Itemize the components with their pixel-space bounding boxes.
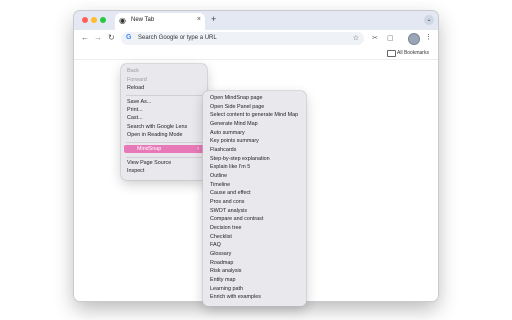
submenu-item[interactable]: Outline [210,173,227,179]
menu-separator [126,157,202,158]
minimize-window-button[interactable] [91,17,97,23]
toolbar: ← → ↻ G Search Google or type a URL ☆ ✂ … [74,30,438,48]
submenu-item[interactable]: Risk analysis [210,268,241,274]
menu-item-forward: Forward [127,77,147,83]
submenu-item[interactable]: Pros and cons [210,199,244,205]
mindsnap-submenu: Open MindSnap page Open Side Panel page … [203,91,306,306]
tab-search-icon[interactable]: ⌄ [424,15,434,25]
puzzle-icon[interactable]: ▢ [387,34,394,42]
submenu-item[interactable]: Enrich with examples [210,294,261,300]
reload-icon[interactable]: ↻ [108,33,115,42]
context-menu: Back Forward Reload Save As... Print... … [121,64,207,180]
menu-item-reload[interactable]: Reload [127,85,144,91]
submenu-item[interactable]: Roadmap [210,260,233,266]
address-placeholder: Search Google or type a URL [138,35,217,41]
extension-icon[interactable]: ✂ [372,34,378,42]
bookmark-star-icon[interactable]: ☆ [353,34,359,42]
menu-item-google-lens[interactable]: Search with Google Lens [127,124,187,130]
bookmarks-bar: All Bookmarks [74,48,438,60]
submenu-item[interactable]: Flashcards [210,147,236,153]
maximize-window-button[interactable] [100,17,106,23]
submenu-item[interactable]: Decision tree [210,225,241,231]
forward-icon[interactable]: → [94,33,102,42]
submenu-item[interactable]: Glossary [210,251,231,257]
chrome-icon: ◉ [119,16,126,25]
tab-title: New Tab [131,17,155,23]
menu-item-back: Back [127,68,139,74]
submenu-item[interactable]: Learning path [210,286,243,292]
google-icon: G [126,34,132,41]
menu-item-mindsnap-label[interactable]: MindSnap [137,146,161,152]
submenu-item[interactable]: Entity map [210,277,235,283]
submenu-item[interactable]: SWOT analysis [210,208,247,214]
submenu-item[interactable]: Step-by-step explanation [210,156,270,162]
submenu-item[interactable]: Open MindSnap page [210,95,262,101]
submenu-item[interactable]: Select content to generate Mind Map [210,112,298,118]
back-icon[interactable]: ← [81,33,89,42]
submenu-item[interactable]: Compare and contrast [210,216,263,222]
submenu-item[interactable]: Timeline [210,182,230,188]
all-bookmarks-link[interactable]: All Bookmarks [397,50,429,56]
submenu-item[interactable]: Explain like I'm 5 [210,164,250,170]
chevron-right-icon: › [197,146,199,152]
menu-item-mindsnap[interactable] [124,145,204,153]
submenu-item[interactable]: Checklist [210,234,232,240]
menu-item-print[interactable]: Print... [127,107,143,113]
profile-avatar[interactable] [408,33,420,45]
kebab-menu-icon[interactable]: ⋮ [425,33,432,41]
tab-bar: ◉ New Tab × + ⌄ [74,11,438,30]
tab-close-icon[interactable]: × [197,16,201,23]
menu-separator [126,142,202,143]
menu-separator [126,95,202,96]
menu-item-save-as[interactable]: Save As... [127,99,151,105]
submenu-item[interactable]: Open Side Panel page [210,104,264,110]
menu-item-reading-mode[interactable]: Open in Reading Mode [127,132,182,138]
submenu-item[interactable]: Cause and effect [210,190,251,196]
submenu-item[interactable]: Auto summary [210,130,245,136]
folder-icon [387,50,396,57]
menu-item-cast[interactable]: Cast... [127,115,143,121]
submenu-item[interactable]: Generate Mind Map [210,121,258,127]
new-tab-button[interactable]: + [211,14,216,24]
menu-item-inspect[interactable]: Inspect [127,168,144,174]
tab-new-tab[interactable]: ◉ New Tab × [115,13,205,30]
menu-item-view-source[interactable]: View Page Source [127,160,171,166]
address-bar[interactable]: G Search Google or type a URL ☆ [121,32,364,45]
submenu-item[interactable]: Key points summary [210,138,259,144]
submenu-item[interactable]: FAQ [210,242,221,248]
close-window-button[interactable] [82,17,88,23]
